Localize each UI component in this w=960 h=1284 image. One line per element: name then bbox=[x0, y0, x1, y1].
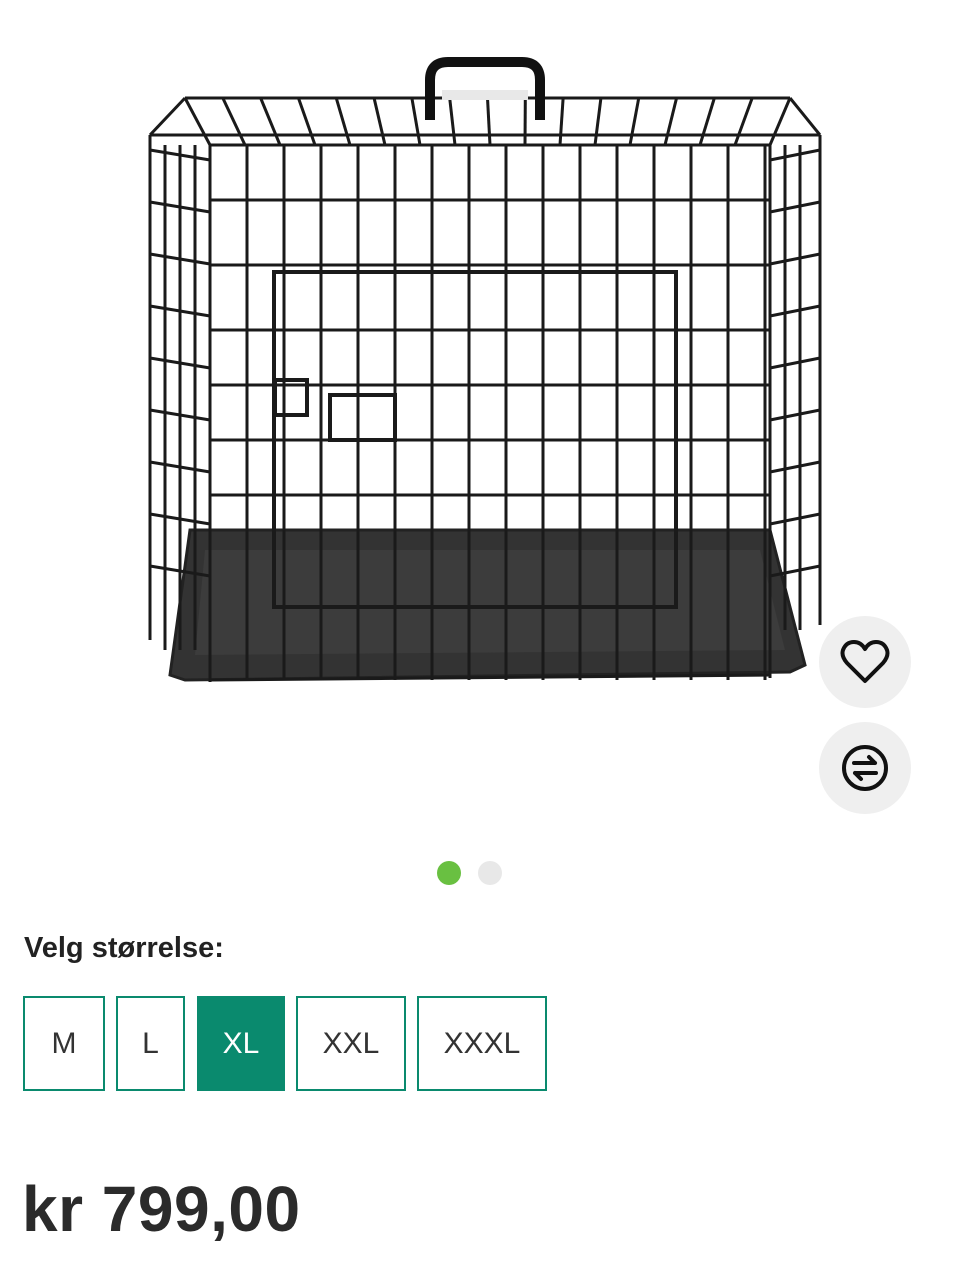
dog-crate-image bbox=[148, 57, 822, 682]
size-option-m[interactable]: M bbox=[23, 996, 105, 1091]
carousel-dot-1[interactable] bbox=[437, 861, 461, 885]
carousel-dots bbox=[437, 861, 502, 885]
product-image[interactable] bbox=[130, 50, 830, 710]
heart-icon bbox=[840, 640, 890, 683]
size-option-xxxl[interactable]: XXXL bbox=[417, 996, 547, 1091]
carousel-dot-2[interactable] bbox=[478, 861, 502, 885]
favorite-button[interactable] bbox=[819, 616, 911, 708]
size-option-l[interactable]: L bbox=[116, 996, 185, 1091]
price: kr 799,00 bbox=[22, 1173, 301, 1245]
size-option-xxl[interactable]: XXL bbox=[296, 996, 406, 1091]
compare-button[interactable] bbox=[819, 722, 911, 814]
size-option-xl[interactable]: XL bbox=[197, 996, 285, 1091]
size-selector-label: Velg størrelse: bbox=[24, 932, 224, 964]
compare-arrows-icon bbox=[842, 745, 888, 791]
